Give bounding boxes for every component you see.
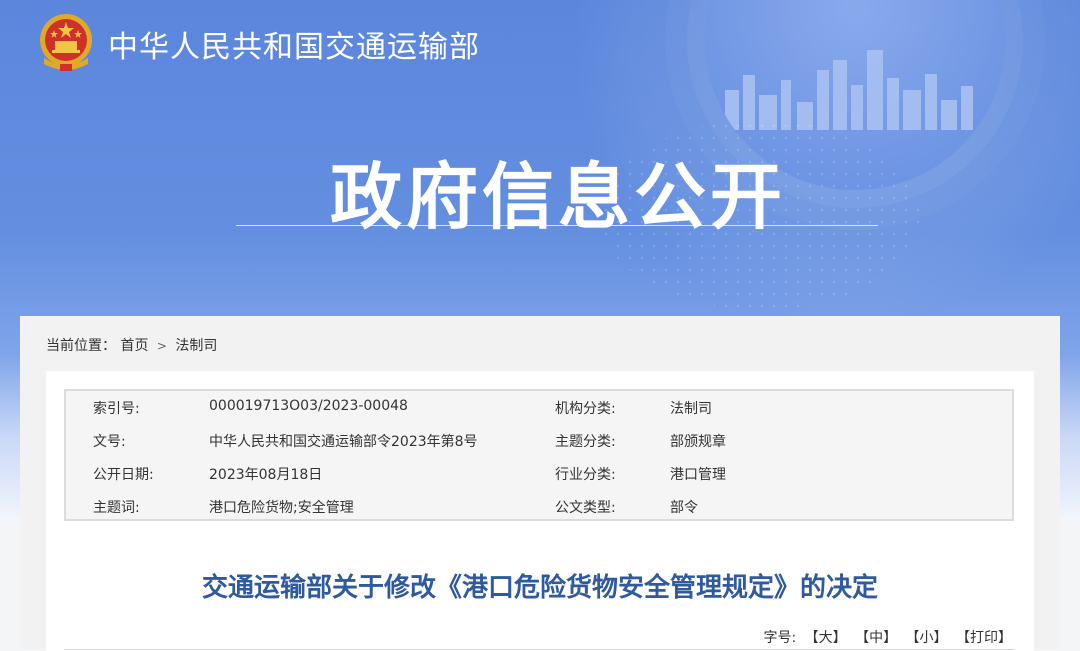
- divider: [64, 649, 1014, 650]
- breadcrumb-prefix: 当前位置：: [46, 338, 116, 354]
- index-number-label: 索引号:: [93, 401, 140, 417]
- main-panel: 当前位置： 首页 > 法制司 索引号: 000019713O03/2023-00…: [20, 316, 1060, 651]
- document-title: 交通运输部关于修改《港口危险货物安全管理规定》的决定: [201, 573, 878, 603]
- doc-type-value: 部令: [670, 500, 698, 516]
- industry-category-label: 行业分类:: [555, 467, 616, 483]
- org-category-value: 法制司: [670, 401, 712, 417]
- org-category-label: 机构分类:: [555, 401, 616, 417]
- font-size-toolbar: 字号: 【大】 【中】 【小】 【打印】: [763, 627, 1012, 647]
- breadcrumb: 当前位置： 首页 > 法制司: [46, 335, 217, 355]
- doc-number-value: 中华人民共和国交通运输部令2023年第8号: [209, 434, 478, 450]
- national-emblem-icon: [40, 14, 92, 71]
- topic-category-label: 主题分类:: [555, 434, 616, 450]
- breadcrumb-separator: >: [156, 339, 167, 353]
- topic-category-value: 部颁规章: [670, 434, 726, 450]
- metadata-row: 索引号: 000019713O03/2023-00048 机构分类: 法制司: [66, 391, 1012, 424]
- doc-type-label: 公文类型:: [555, 500, 616, 516]
- industry-category-value: 港口管理: [670, 467, 726, 483]
- metadata-row: 公开日期: 2023年08月18日 行业分类: 港口管理: [66, 457, 1012, 490]
- keywords-value: 港口危险货物;安全管理: [209, 500, 354, 516]
- keywords-label: 主题词:: [93, 500, 140, 516]
- metadata-row: 文号: 中华人民共和国交通运输部令2023年第8号 主题分类: 部颁规章: [66, 424, 1012, 457]
- publish-date-value: 2023年08月18日: [209, 467, 323, 483]
- index-number-value: 000019713O03/2023-00048: [209, 398, 408, 414]
- section-title: 政府信息公开: [329, 155, 786, 239]
- breadcrumb-home-link[interactable]: 首页: [120, 338, 148, 354]
- metadata-row: 主题词: 港口危险货物;安全管理 公文类型: 部令: [66, 490, 1012, 523]
- font-size-medium-button[interactable]: 【中】: [855, 630, 897, 646]
- font-size-small-button[interactable]: 【小】: [906, 630, 948, 646]
- font-size-large-button[interactable]: 【大】: [805, 630, 847, 646]
- print-button[interactable]: 【打印】: [956, 630, 1012, 646]
- publish-date-label: 公开日期:: [93, 467, 154, 483]
- font-size-label: 字号:: [763, 630, 797, 646]
- breadcrumb-legal-dept-link[interactable]: 法制司: [175, 338, 217, 354]
- metadata-table: 索引号: 000019713O03/2023-00048 机构分类: 法制司 文…: [64, 389, 1014, 521]
- doc-number-label: 文号:: [93, 434, 126, 450]
- article-content: 索引号: 000019713O03/2023-00048 机构分类: 法制司 文…: [46, 371, 1034, 651]
- ministry-title[interactable]: 中华人民共和国交通运输部: [108, 22, 480, 66]
- title-underline: [236, 225, 878, 226]
